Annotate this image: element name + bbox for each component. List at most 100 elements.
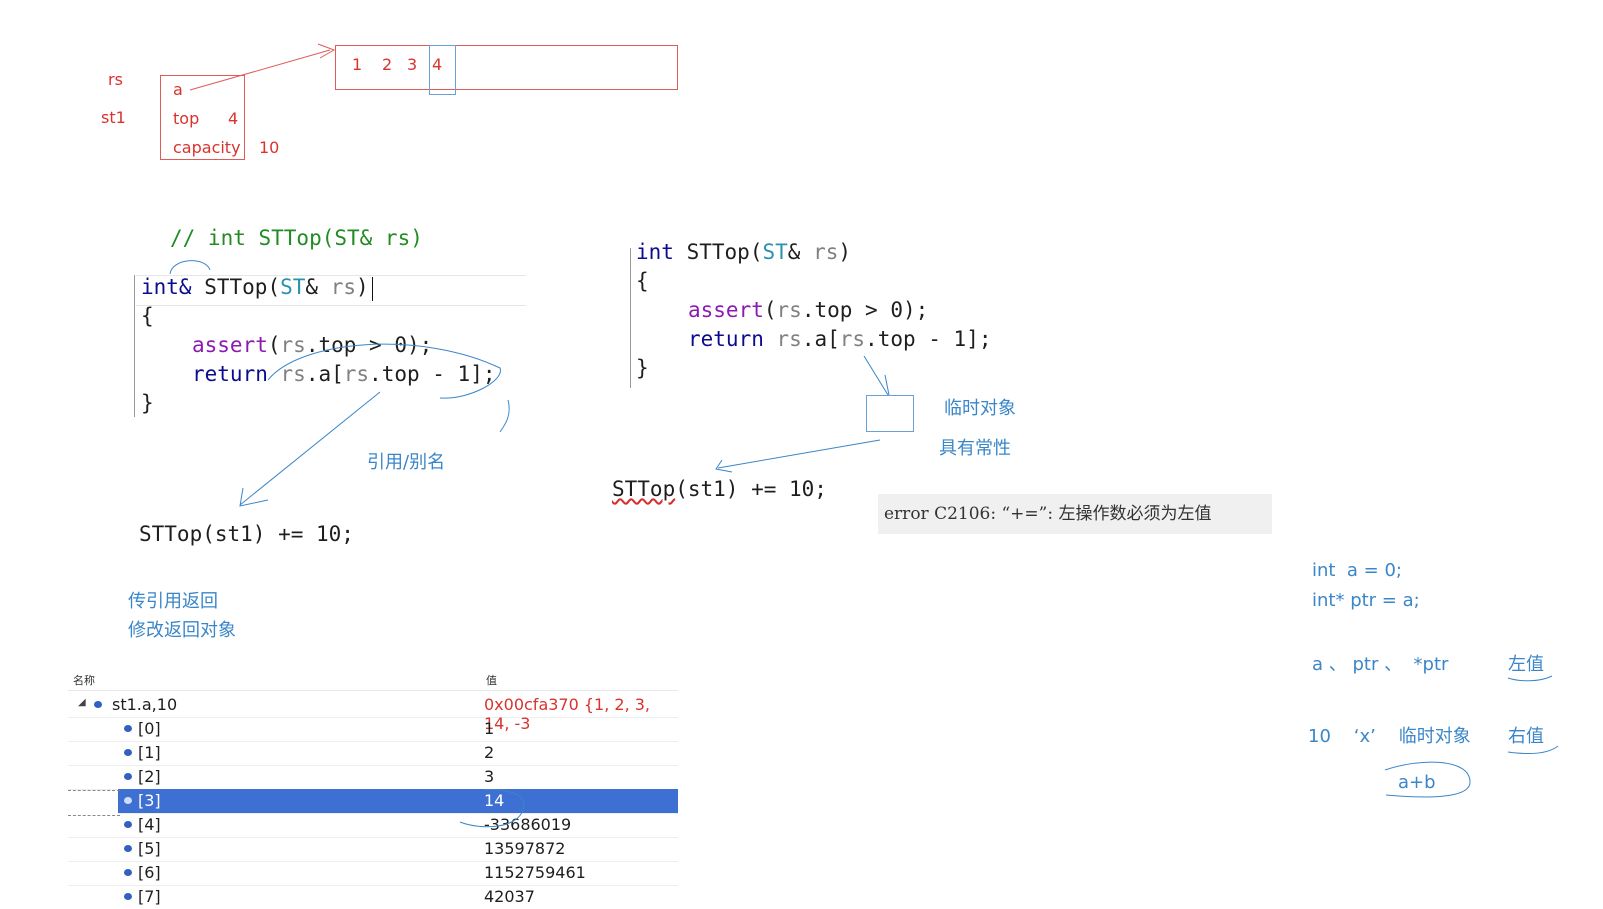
r-return-mid: .a[ [801, 327, 840, 351]
watch-item-icon [124, 773, 132, 780]
watch-row[interactable]: [2] 3 [68, 765, 678, 790]
capacity-value: 10 [259, 138, 280, 157]
watch-row-value: -33686019 [484, 815, 572, 834]
watch-root-name: st1.a,10 [112, 695, 178, 714]
watch-row-name: [6] [138, 863, 161, 882]
circle-int-ref [169, 260, 211, 275]
r-assert-rs: rs [776, 298, 802, 322]
left-open-brace: { [141, 304, 154, 328]
watch-row-value: 13597872 [484, 839, 566, 858]
st1-label: st1 [101, 108, 126, 127]
watch-row-name: [4] [138, 815, 161, 834]
right-call-rest: (st1) += 10; [675, 477, 827, 501]
temp-object-box [866, 395, 914, 432]
watch-row[interactable]: [1] 2 [68, 741, 678, 766]
temp-arrowhead [884, 374, 890, 396]
left-code-guide [134, 275, 135, 417]
left-assert-line: assert(rs.top > 0); [192, 333, 432, 357]
underline-lvalue [1507, 675, 1553, 682]
collapse-arrow-icon[interactable]: ◢ [78, 697, 86, 708]
r-sig-param: rs [813, 240, 839, 264]
modify-return-label: 修改返回对象 [128, 620, 236, 641]
expr-a-plus-b: a+b [1398, 772, 1436, 793]
r-sig-amp: & [787, 240, 801, 264]
lvalue-label: 左值 [1508, 654, 1544, 675]
note-line1: int a = 0; [1312, 560, 1402, 581]
field-a: a [173, 80, 183, 99]
watch-row-name: [3] [138, 791, 161, 810]
r-sig-name: STTop [686, 240, 750, 264]
current-line-highlight [136, 275, 526, 306]
watch-row[interactable]: [5] 13597872 [68, 837, 678, 862]
field-capacity: capacity [173, 138, 241, 157]
return-kw: return [192, 362, 268, 386]
watch-row-name: [0] [138, 719, 161, 738]
selection-dash-bottom [68, 815, 120, 816]
watch-row-value: 42037 [484, 887, 535, 906]
watch-row[interactable]: [0] 1 [68, 717, 678, 742]
r-return-kw: return [688, 327, 764, 351]
temp-object-label: 临时对象 [944, 398, 1016, 419]
watch-item-icon [124, 869, 132, 876]
pass-ref-return-label: 传引用返回 [128, 591, 218, 612]
right-return-line: return rs.a[rs.top - 1]; [688, 327, 991, 351]
watch-item-icon [94, 701, 102, 708]
r-assert-kw: assert [688, 298, 764, 322]
field-top: top [173, 109, 200, 128]
r-sig-ret: int [636, 240, 674, 264]
ref-arrowhead [239, 487, 269, 507]
right-code-guide [630, 248, 631, 388]
top-value: 4 [228, 109, 239, 128]
right-call-name: STTop [612, 477, 676, 501]
return-mid: .a[ [305, 362, 344, 386]
watch-item-icon [124, 725, 132, 732]
r-sig-type: ST [762, 240, 788, 264]
lvalues-list: a 、 ptr 、 *ptr [1312, 654, 1449, 675]
r-assert-a: ( [763, 298, 777, 322]
rvalues-list: 10 ‘x’ 临时对象 [1308, 726, 1471, 747]
r-return-rs1: rs [776, 327, 802, 351]
watch-item-icon [124, 821, 132, 828]
return-rs1: rs [280, 362, 306, 386]
watch-item-icon [124, 749, 132, 756]
r-return-rs2: rs [839, 327, 866, 351]
const-arrowhead [715, 459, 733, 473]
watch-row-value: 3 [484, 767, 495, 786]
ref-alias-label: 引用/别名 [367, 452, 446, 473]
watch-row-name: [1] [138, 743, 161, 762]
const-label: 具有常性 [939, 438, 1011, 459]
return-rs2: rs [343, 362, 370, 386]
watch-row-value: 14 [484, 791, 505, 810]
watch-window[interactable]: 名称 值 ◢ st1.a,10 0x00cfa370 {1, 2, 3, 14,… [68, 668, 678, 909]
watch-row-selected[interactable]: [3] 14 [118, 789, 678, 814]
array-cell-2: 3 [407, 55, 418, 74]
right-close-brace: } [636, 356, 649, 380]
watch-row[interactable]: [4] -33686019 [68, 813, 678, 838]
watch-item-icon [124, 893, 132, 900]
watch-item-icon [124, 845, 132, 852]
return-end: .top - 1]; [369, 362, 496, 386]
r-assert-b: .top > 0); [801, 298, 929, 322]
watch-row[interactable]: [7] 42037 [68, 885, 678, 909]
watch-row-name: [2] [138, 767, 161, 786]
rs-label: rs [108, 70, 123, 89]
watch-root-row[interactable]: ◢ st1.a,10 0x00cfa370 {1, 2, 3, 14, -3 [68, 693, 678, 733]
watch-row-value: 1152759461 [484, 863, 586, 882]
r-sig-close: ) [838, 240, 852, 264]
code-comment: // int STTop(ST& rs) [170, 226, 423, 250]
rvalue-label: 右值 [1508, 726, 1544, 747]
array-cell-0: 1 [352, 55, 363, 74]
text-cursor [372, 277, 373, 301]
watch-row-value: 1 [484, 719, 495, 738]
right-signature: int STTop(ST& rs) [636, 240, 851, 264]
selection-dash-top [68, 790, 120, 791]
watch-header-divider [68, 690, 678, 691]
r-sig-open: ( [749, 240, 763, 264]
watch-col-name: 名称 [73, 674, 95, 687]
ref-arrow-line [239, 391, 381, 506]
watch-row-name: [5] [138, 839, 161, 858]
pointer-arrowhead [317, 43, 336, 59]
watch-row[interactable]: [6] 1152759461 [68, 861, 678, 886]
array-cell-1: 2 [382, 55, 393, 74]
watch-col-value: 值 [486, 674, 497, 687]
